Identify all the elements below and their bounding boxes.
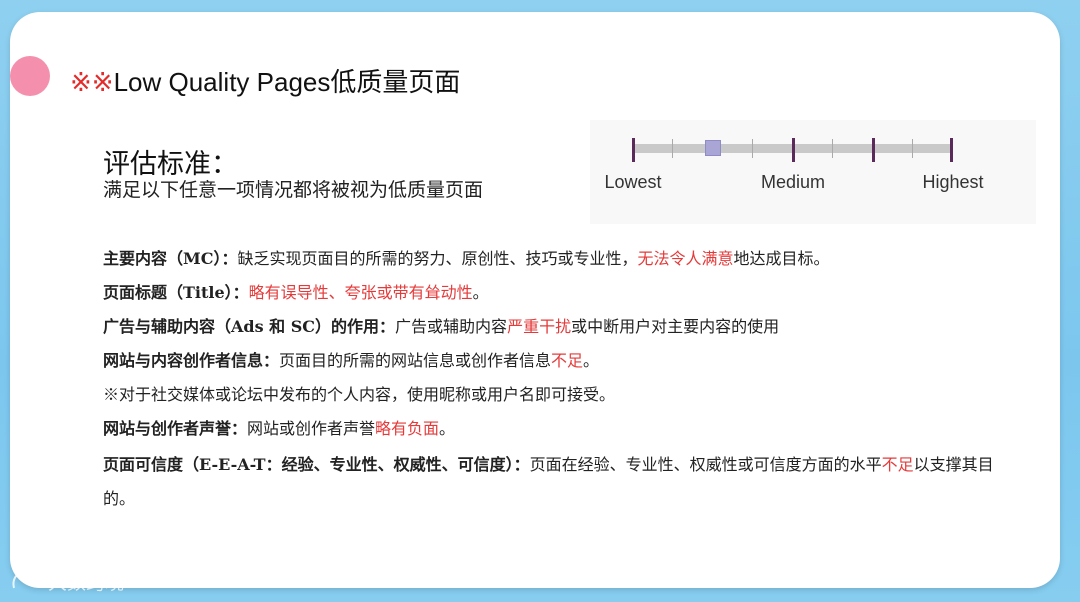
item-label: 广告与辅助内容（Ads 和 SC）的作用： xyxy=(103,317,396,336)
list-item: ※对于社交媒体或论坛中发布的个人内容，使用昵称或用户名即可接受。 xyxy=(103,380,1003,414)
scale-tick xyxy=(872,138,875,162)
criteria-list: 主要内容（MC）：缺乏实现页面目的所需的努力、原创性、技巧或专业性，无法令人满意… xyxy=(103,244,1003,516)
list-item: 广告与辅助内容（Ads 和 SC）的作用：广告或辅助内容严重干扰或中断用户对主要… xyxy=(103,312,1003,346)
item-text: 网站或创作者声誉 xyxy=(247,419,376,438)
item-label: 主要内容（MC）： xyxy=(103,249,238,268)
quality-scale: Lowest Medium Highest xyxy=(590,120,1036,224)
item-highlight: 略有误导性、夸张或带有耸动性 xyxy=(248,283,473,302)
item-text: 缺乏实现页面目的所需的努力、原创性、技巧或专业性， xyxy=(237,249,638,268)
list-item: 页面标题（Title）：略有误导性、夸张或带有耸动性。 xyxy=(103,278,1003,312)
criteria-subtitle: 满足以下任意一项情况都将被视为低质量页面 xyxy=(103,179,484,201)
scale-tick xyxy=(672,139,673,158)
scale-tick xyxy=(912,139,913,158)
scale-label-lowest: Lowest xyxy=(604,172,662,192)
item-highlight: 略有负面 xyxy=(375,419,440,438)
scale-tick xyxy=(832,139,833,158)
scale-label-medium: Medium xyxy=(760,172,826,192)
scale-tick xyxy=(950,138,953,162)
list-item: 网站与创作者声誉：网站或创作者声誉略有负面。 xyxy=(103,414,1003,448)
page-title: ※※Low Quality Pages低质量页面 xyxy=(70,62,460,99)
title-marks: ※※ xyxy=(70,67,114,97)
slide-card: ※※Low Quality Pages低质量页面 评估标准： 满足以下任意一项情… xyxy=(10,12,1060,588)
scale-marker xyxy=(704,140,721,156)
scale-tick xyxy=(792,138,795,162)
item-label: 网站与创作者声誉： xyxy=(103,419,248,438)
item-text: 页面目的所需的网站信息或创作者信息 xyxy=(279,351,552,370)
item-text: ※对于社交媒体或论坛中发布的个人内容，使用昵称或用户名即可接受。 xyxy=(103,385,616,404)
item-text: 页面在经验、专业性、权威性或可信度方面的水平 xyxy=(529,455,882,474)
decorative-dot xyxy=(10,56,50,96)
list-item: 页面可信度（E-E-A-T：经验、专业性、权威性、可信度）：页面在经验、专业性、… xyxy=(103,448,1003,516)
item-highlight: 不足 xyxy=(881,455,914,474)
item-highlight: 严重干扰 xyxy=(507,317,572,336)
scale-label-highest: Highest xyxy=(922,172,984,192)
list-item: 主要内容（MC）：缺乏实现页面目的所需的努力、原创性、技巧或专业性，无法令人满意… xyxy=(103,244,1003,278)
scale-tick xyxy=(752,139,753,158)
title-text: Low Quality Pages低质量页面 xyxy=(113,67,461,97)
item-text: 。 xyxy=(583,351,600,370)
item-text: 或中断用户对主要内容的使用 xyxy=(571,317,780,336)
item-label: 页面可信度（E-E-A-T：经验、专业性、权威性、可信度）： xyxy=(103,455,530,474)
watermark-text: 大数跨境 xyxy=(48,572,125,594)
item-text: 地达成目标。 xyxy=(733,249,830,268)
scale-tick xyxy=(632,138,635,162)
item-label: 网站与内容创作者信息： xyxy=(103,351,280,370)
item-text: 。 xyxy=(472,283,489,302)
brand-logo-icon xyxy=(10,570,44,597)
item-label: 页面标题（Title）： xyxy=(103,283,249,302)
list-item: 网站与内容创作者信息：页面目的所需的网站信息或创作者信息不足。 xyxy=(103,346,1003,380)
item-text: 。 xyxy=(439,419,456,438)
watermark: 大数跨境 xyxy=(10,568,124,597)
item-text: 广告或辅助内容 xyxy=(395,317,508,336)
item-highlight: 无法令人满意 xyxy=(637,249,734,268)
item-highlight: 不足 xyxy=(551,351,584,370)
